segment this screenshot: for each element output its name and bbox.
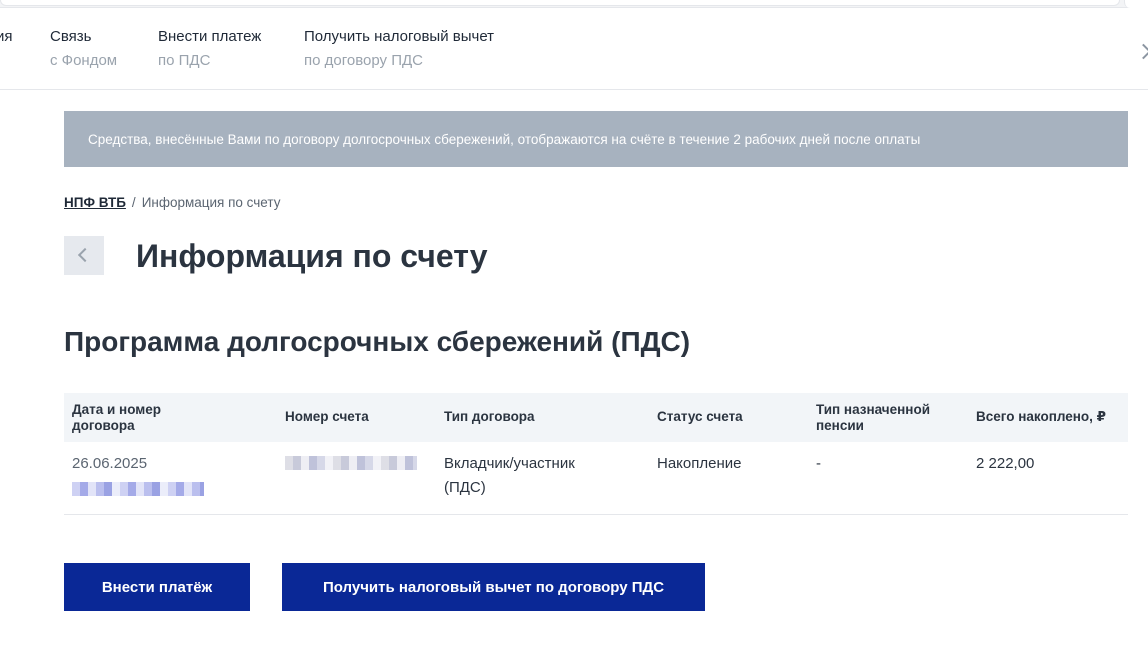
nav-item-sublabel: по ПДС [158, 52, 211, 69]
nav-item-tax-deduction[interactable]: Получить налоговый вычет по договору ПДС [304, 28, 494, 70]
column-header-account-status: Статус счета [657, 409, 743, 424]
redacted-value [72, 482, 204, 496]
cell-contract-type: Вкладчик/участник (ПДС) [444, 452, 575, 500]
column-header-line: пенсии [816, 418, 864, 433]
column-header-contract-date: Дата и номер договора [72, 402, 161, 434]
column-header-account-number: Номер счета [285, 409, 369, 424]
column-header-line: Тип назначенной [816, 402, 930, 417]
account-number-redacted [285, 456, 417, 470]
accounts-table: Дата и номер договора Номер счета Тип до… [64, 393, 1128, 515]
chevron-left-icon [77, 247, 93, 263]
cell-contract-date: 26.06.2025 [72, 452, 204, 504]
breadcrumb-link-home[interactable]: НПФ ВТБ [64, 195, 126, 210]
contract-date: 26.06.2025 [72, 455, 148, 472]
contract-type-line: (ПДС) [444, 479, 486, 496]
nav-item-label: Получить налоговый вычет [304, 28, 495, 45]
tax-deduction-button[interactable]: Получить налоговый вычет по договору ПДС [282, 563, 705, 611]
column-header-contract-type: Тип договора [444, 409, 535, 424]
nav-item-make-payment[interactable]: Внести платеж по ПДС [158, 28, 261, 70]
cell-account-status: Накопление [657, 455, 742, 472]
table-row: 26.06.2025 Вкладчик/участник (ПДС) Накоп… [64, 442, 1128, 515]
cell-total-accumulated: 2 222,00 [976, 455, 1035, 472]
column-header-line: договора [72, 418, 135, 433]
page-title: Информация по счету [136, 238, 488, 274]
top-navigation: ия Связь с Фондом Внести платеж по ПДС П… [0, 12, 1148, 90]
back-button[interactable] [64, 236, 104, 275]
cell-account-number [285, 452, 417, 478]
breadcrumb-current: Информация по счету [141, 195, 281, 210]
contract-number-redacted [72, 480, 204, 504]
info-banner: Средства, внесённые Вами по договору дол… [64, 111, 1128, 167]
nav-item-sublabel: с Фондом [50, 52, 118, 69]
table-header-row: Дата и номер договора Номер счета Тип до… [64, 393, 1128, 442]
breadcrumb-separator: / [131, 195, 136, 210]
column-header-total-accumulated: Всего накоплено, ₽ [976, 409, 1107, 424]
nav-scroll-left-icon[interactable] [1134, 40, 1148, 64]
contract-type-line: Вкладчик/участник [444, 455, 575, 472]
column-header-line: Дата и номер [72, 402, 162, 417]
browser-control-edge [1124, 0, 1148, 8]
breadcrumb: НПФ ВТБ / Информация по счету [64, 195, 280, 210]
nav-item-label: ия [0, 28, 13, 45]
column-header-pension-type: Тип назначенной пенсии [816, 402, 930, 434]
nav-item-label: Внести платеж [158, 28, 262, 45]
make-payment-button[interactable]: Внести платёж [64, 563, 250, 611]
cell-pension-type: - [816, 455, 821, 472]
nav-item-sublabel: по договору ПДС [304, 52, 423, 69]
browser-tab-edge [0, 0, 1120, 6]
nav-item-cut-off[interactable]: ия [0, 28, 13, 46]
section-title: Программа долгосрочных сбережений (ПДС) [64, 326, 691, 357]
browser-top-strip [0, 0, 1148, 8]
info-banner-text: Средства, внесённые Вами по договору дол… [88, 131, 921, 147]
nav-item-contact-fund[interactable]: Связь с Фондом [50, 28, 117, 70]
nav-item-label: Связь [50, 28, 92, 45]
